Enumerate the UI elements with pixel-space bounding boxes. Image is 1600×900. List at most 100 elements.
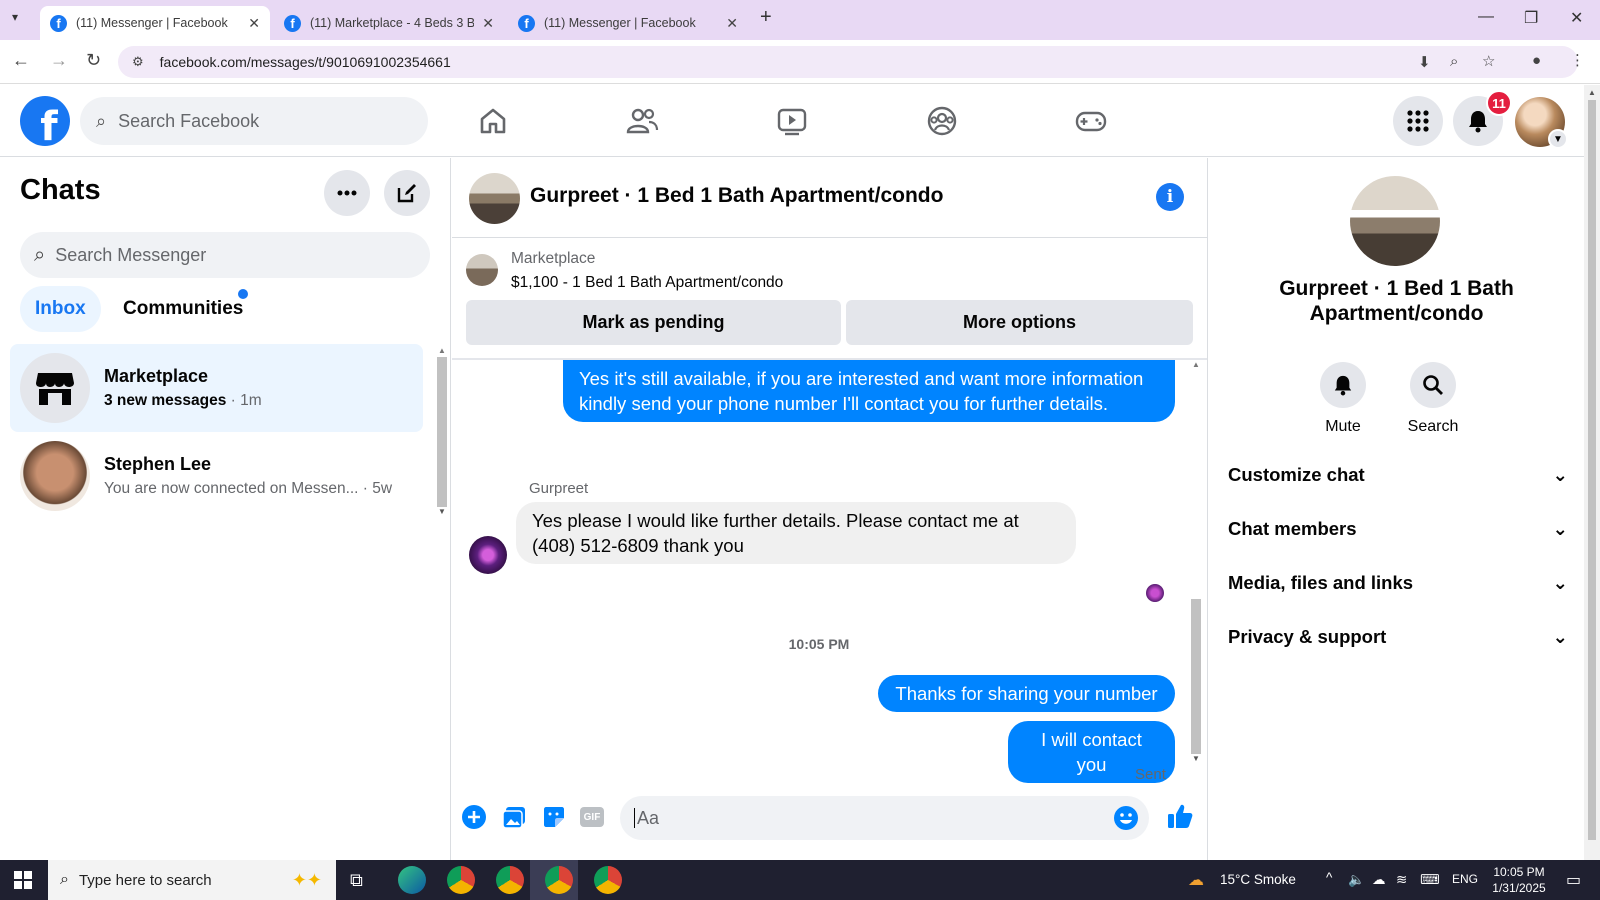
conversation-title[interactable]: Gurpreet · 1 Bed 1 Bath Apartment/condo [530,184,943,208]
clock-date: 1/31/2025 [1492,881,1546,895]
browser-tab-1[interactable]: f (11) Messenger | Facebook ✕ [40,6,270,40]
mark-as-pending-button[interactable]: Mark as pending [466,300,841,345]
plus-icon[interactable] [460,803,488,831]
minimize-icon[interactable]: — [1478,8,1494,26]
facebook-favicon-icon: f [518,14,535,32]
mute-button[interactable]: Mute [1298,362,1388,436]
browser-menu-icon[interactable]: ⋮ [1570,51,1585,69]
gif-icon[interactable]: GIF [578,803,606,831]
chrome-profile-icon[interactable] [496,866,524,894]
customize-chat-section[interactable]: Customize chat ⌄ [1228,460,1568,490]
clock[interactable]: 10:05 PM 1/31/2025 [1484,864,1554,896]
search-icon: ⌕ [96,110,107,131]
site-info-icon[interactable]: ⚙ [132,54,144,70]
message-bubble-incoming[interactable]: Yes please I would like further details.… [516,502,1076,564]
wifi-icon[interactable]: ≋ [1396,872,1407,888]
new-tab-icon[interactable]: + [760,6,772,29]
facebook-search-input[interactable]: ⌕ Search Facebook [80,97,428,145]
chat-members-section[interactable]: Chat members ⌄ [1228,514,1568,544]
weather-text[interactable]: 15°C Smoke [1220,872,1296,887]
chat-list-scrollbar[interactable]: ▲ ▼ [436,346,448,516]
gaming-icon[interactable] [1071,103,1111,139]
windows-start-icon[interactable] [14,871,32,894]
taskbar-search-input[interactable]: ⌕ Type here to search ✦✦ [48,860,336,900]
window-close-icon[interactable]: ✕ [1570,8,1583,28]
tab-search-chevron-icon[interactable]: ▾ [12,10,18,24]
listing-thumbnail[interactable] [466,254,498,286]
chevron-down-icon: ⌄ [1552,572,1568,593]
stephen-lee-avatar [20,441,90,511]
emoji-icon[interactable] [1113,805,1139,836]
notification-center-icon[interactable]: ▭ [1566,870,1581,890]
windows-taskbar: ⌕ Type here to search ✦✦ ⧉ ☁ 15°C Smoke … [0,860,1600,900]
profile-icon[interactable]: ● [1532,52,1541,69]
message-input[interactable]: Aa [620,796,1149,840]
chat-row-stephen-lee[interactable]: Stephen Lee You are now connected on Mes… [10,432,423,520]
message-bubble-outgoing[interactable]: Yes it's still available, if you are int… [563,360,1175,422]
conversation-scrollbar[interactable]: ▲ ▼ [1189,360,1203,780]
bookmark-star-icon[interactable]: ☆ [1482,52,1495,70]
chat-row-marketplace[interactable]: Marketplace 3 new messages · 1m [10,344,423,432]
conversation-avatar[interactable] [469,173,520,224]
photo-icon[interactable] [500,803,528,831]
chrome-active-icon[interactable] [545,866,573,894]
close-tab-icon[interactable]: ✕ [726,15,738,32]
back-icon[interactable]: ← [12,50,30,71]
browser-tab-bar: ▾ f (11) Messenger | Facebook ✕ f (11) M… [0,0,1600,40]
like-thumb-icon[interactable] [1164,800,1196,832]
tab-communities[interactable]: Communities [108,286,258,332]
tab-inbox[interactable]: Inbox [20,286,101,332]
task-view-icon[interactable]: ⧉ [350,870,363,891]
message-bubble-outgoing[interactable]: Thanks for sharing your number [878,675,1175,712]
info-icon[interactable]: i [1156,183,1184,211]
tab-title: (11) Messenger | Facebook [544,16,696,30]
chrome-window-icon[interactable] [594,866,622,894]
friends-icon[interactable] [622,103,662,139]
sticker-icon[interactable] [540,803,568,831]
more-options-button[interactable]: More options [846,300,1193,345]
tray-chevron-up-icon[interactable]: ^ [1326,870,1332,885]
media-files-links-section[interactable]: Media, files and links ⌄ [1228,568,1568,598]
reload-icon[interactable]: ↻ [86,50,101,71]
edge-icon[interactable] [398,866,426,894]
privacy-support-section[interactable]: Privacy & support ⌄ [1228,622,1568,652]
new-message-icon[interactable] [384,170,430,216]
search-label: Search [1407,418,1459,435]
browser-tab-3[interactable]: f (11) Messenger | Facebook ✕ [508,6,748,40]
restore-icon[interactable]: ❐ [1524,8,1538,28]
url-text[interactable]: facebook.com/messages/t/9010691002354661 [160,54,451,70]
sent-status: Sent [1135,766,1166,783]
facebook-logo[interactable]: f [20,96,70,146]
chat-preview: You are now connected on Messen... [104,480,359,497]
keyboard-icon[interactable]: ⌨ [1420,872,1440,888]
forward-icon[interactable]: → [50,50,68,71]
zoom-icon[interactable]: ⌕ [1450,53,1458,70]
listing-title[interactable]: $1,100 - 1 Bed 1 Bath Apartment/condo [511,274,783,292]
browser-tab-2[interactable]: f (11) Marketplace - 4 Beds 3 Bat ✕ [274,6,504,40]
install-app-icon[interactable]: ⬇ [1418,53,1431,71]
messenger-search-input[interactable]: ⌕ Search Messenger [20,232,430,278]
close-tab-icon[interactable]: ✕ [482,15,494,32]
chrome-icon[interactable] [447,866,475,894]
sender-name: Gurpreet [529,480,589,497]
gurpreet-avatar[interactable] [469,536,507,574]
video-icon[interactable] [772,103,812,139]
menu-grid-icon[interactable] [1393,96,1443,146]
facebook-favicon-icon: f [284,14,301,32]
account-chevron-down-icon[interactable]: ▼ [1548,129,1568,149]
facebook-favicon-icon: f [50,14,67,32]
chats-title: Chats [20,174,101,206]
volume-icon[interactable]: 🔈 [1348,872,1365,888]
chats-options-icon[interactable] [324,170,370,216]
close-tab-icon[interactable]: ✕ [248,15,260,32]
home-icon[interactable] [473,103,513,139]
details-avatar[interactable] [1350,176,1440,266]
search-in-conversation-button[interactable]: Search [1388,362,1478,436]
language-indicator[interactable]: ENG [1452,872,1478,886]
chat-name: Stephen Lee [104,454,212,474]
url-field[interactable]: ⚙ facebook.com/messages/t/90106910023546… [118,46,1578,78]
groups-icon[interactable] [922,103,962,139]
address-bar-row: ← → ↻ ⚙ facebook.com/messages/t/90106910… [0,40,1600,84]
page-scrollbar[interactable]: ▲ [1584,85,1600,860]
onedrive-icon[interactable]: ☁ [1372,872,1386,888]
